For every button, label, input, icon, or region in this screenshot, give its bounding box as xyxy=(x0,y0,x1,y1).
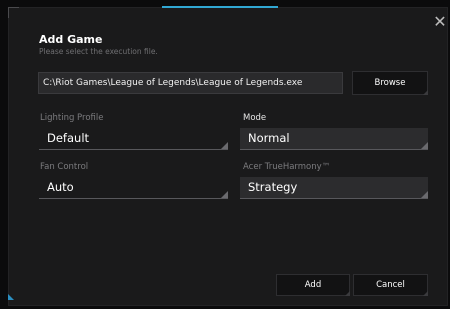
browse-button-label: Browse xyxy=(374,78,406,88)
mode-label: Mode xyxy=(243,113,267,123)
close-icon[interactable]: ✕ xyxy=(432,14,448,30)
dropdown-corner-icon xyxy=(421,191,428,198)
lighting-profile-dropdown[interactable]: Default xyxy=(39,128,228,150)
add-button-label: Add xyxy=(304,280,322,290)
trueharmony-dropdown[interactable]: Strategy xyxy=(240,177,428,199)
browse-button[interactable]: Browse xyxy=(352,71,428,95)
fan-control-dropdown[interactable]: Auto xyxy=(39,177,228,199)
button-corner-decoration xyxy=(423,291,428,296)
dropdown-corner-icon xyxy=(221,142,228,149)
dialog-corner-accent xyxy=(8,294,14,300)
mode-value: Normal xyxy=(248,131,290,145)
cancel-button[interactable]: Cancel xyxy=(353,274,428,296)
dropdown-corner-icon xyxy=(221,191,228,198)
dialog-subtitle: Please select the execution file. xyxy=(39,47,158,56)
trueharmony-label: Acer TrueHarmony™ xyxy=(243,162,331,172)
button-corner-decoration xyxy=(423,90,428,95)
button-corner-decoration xyxy=(345,291,350,296)
trueharmony-value: Strategy xyxy=(248,180,298,194)
lighting-profile-value: Default xyxy=(47,131,90,145)
add-button[interactable]: Add xyxy=(276,274,350,296)
fan-control-value: Auto xyxy=(47,180,74,194)
execution-file-path-field[interactable]: C:\Riot Games\League of Legends\League o… xyxy=(38,72,343,94)
fan-control-label: Fan Control xyxy=(40,162,89,172)
cancel-button-label: Cancel xyxy=(376,280,405,290)
dropdown-corner-icon xyxy=(421,142,428,149)
mode-dropdown[interactable]: Normal xyxy=(240,128,428,150)
dialog-top-accent-bar xyxy=(162,6,278,8)
lighting-profile-label: Lighting Profile xyxy=(40,113,104,123)
dialog-title: Add Game xyxy=(39,33,103,46)
dialog-corner-decoration xyxy=(8,7,19,18)
